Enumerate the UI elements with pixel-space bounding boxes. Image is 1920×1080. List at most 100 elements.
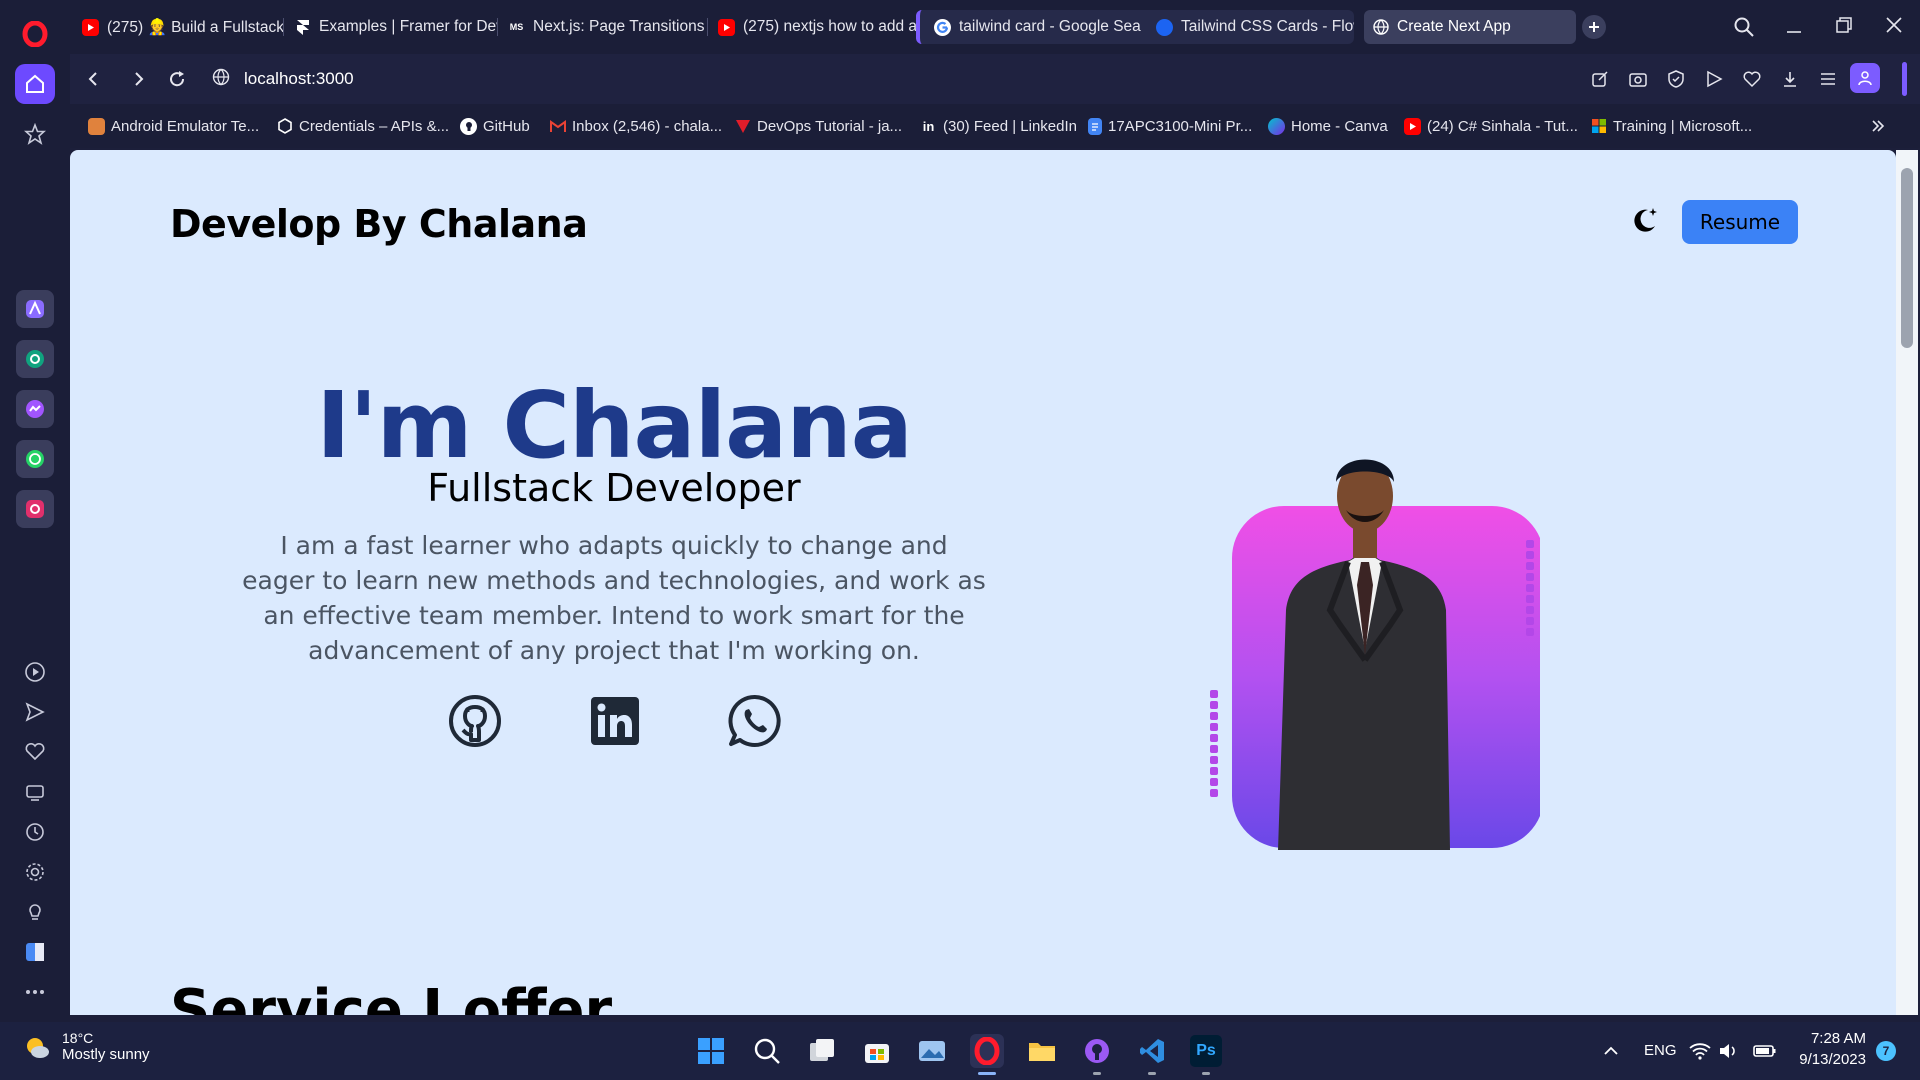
show-hidden-icons-chevron-icon[interactable] [1594,1034,1628,1068]
aria-app-icon[interactable] [16,290,54,328]
history-icon[interactable] [20,817,50,847]
bookmark-credentials[interactable]: Credentials – APIs &... [276,114,449,138]
taskbar-search-icon[interactable] [750,1034,784,1068]
google-icon [934,18,951,36]
github-social-icon[interactable] [446,692,504,750]
speed-dial-star-icon[interactable] [15,114,55,154]
instagram-icon[interactable] [16,490,54,528]
linkedin-social-icon[interactable] [586,692,644,750]
vscode-icon[interactable] [1135,1034,1169,1068]
flow-send-icon[interactable] [20,697,50,727]
tab-separator [707,18,708,36]
bookmark-ms-training[interactable]: Training | Microsoft... [1590,114,1752,138]
weather-widget[interactable]: 18°C Mostly sunny [22,1030,150,1063]
bookmark-gmail-inbox[interactable]: Inbox (2,546) - chala... [549,114,722,138]
camera-icon[interactable] [1626,67,1650,91]
gcloud-api-icon [276,118,293,135]
close-window-icon[interactable] [1882,13,1906,37]
web-page: Develop By Chalana Resume I'm Chalana Fu… [70,150,1896,1015]
profile-portrait-image [1180,410,1544,850]
wifi-icon[interactable] [1688,1034,1712,1068]
canva-icon [1268,117,1285,135]
snapshot-edit-icon[interactable] [1588,67,1612,91]
shield-check-icon[interactable] [1664,67,1688,91]
player-icon[interactable] [20,657,50,687]
weather-description: Mostly sunny [62,1046,150,1063]
bookmark-android-emulator[interactable]: Android Emulator Te... [88,114,259,138]
bookmarks-overflow-chevron-icon[interactable] [1870,114,1886,138]
vscode-running-indicator [1148,1072,1156,1075]
microsoft-store-icon[interactable] [860,1034,894,1068]
new-tab-plus-icon[interactable] [1582,15,1606,39]
bookmark-label: (24) C# Sinhala - Tut... [1427,117,1578,135]
hero-description: I am a fast learner who adapts quickly t… [242,531,986,665]
home-icon[interactable] [15,64,55,104]
clock-time[interactable]: 7:28 AM [1774,1030,1866,1047]
bookmark-devops-tutorial[interactable]: DevOps Tutorial - ja... [734,114,902,138]
opera-taskbar-icon[interactable] [970,1034,1004,1068]
bookmark-canva[interactable]: Home - Canva [1268,114,1388,138]
tab-separator [283,18,284,36]
volume-icon[interactable] [1716,1034,1740,1068]
notification-badge[interactable]: 7 [1876,1041,1896,1061]
page-scrollbar-thumb[interactable] [1901,168,1913,348]
opera-logo-icon[interactable] [15,14,55,54]
lightbulb-icon[interactable] [20,897,50,927]
windows-start-icon[interactable] [694,1034,728,1068]
more-dots-icon[interactable] [20,977,50,1007]
bookmark-label: Credentials – APIs &... [299,117,450,135]
github-desktop-icon[interactable] [1080,1034,1114,1068]
bookmark-label: (30) Feed | LinkedIn [943,117,1077,135]
back-arrow-icon[interactable] [82,68,104,90]
tab-search-icon[interactable] [1732,15,1756,39]
github-icon [460,117,477,135]
task-view-icon[interactable] [805,1034,839,1068]
decor-dots-right [1526,540,1534,636]
services-section-title: Service I offer [170,978,613,1015]
forward-arrow-icon[interactable] [128,68,150,90]
easy-setup-menu-icon[interactable] [1816,67,1840,91]
bookmark-linkedin-feed[interactable]: in (30) Feed | LinkedIn [920,114,1077,138]
messenger-icon[interactable] [16,390,54,428]
photoshop-running-indicator [1202,1072,1210,1075]
flow-send-toolbar-icon[interactable] [1702,67,1726,91]
weather-temperature: 18°C [62,1030,94,1046]
chatgpt-icon[interactable] [16,340,54,378]
clock-date[interactable]: 9/13/2023 [1774,1051,1866,1068]
tabs-icon[interactable] [20,777,50,807]
bookmark-mini-project[interactable]: 17APC3100-Mini Pr... [1088,114,1252,138]
reload-icon[interactable] [166,68,188,90]
minimize-icon[interactable] [1782,15,1806,39]
download-icon[interactable] [1778,67,1802,91]
tab-framer-examples[interactable]: Examples | Framer for Dev [286,10,498,44]
profile-avatar-icon[interactable] [1850,63,1880,93]
photoshop-icon[interactable]: Ps [1190,1035,1222,1067]
heart-toolbar-icon[interactable] [1740,67,1764,91]
tab-nextjs-transitions[interactable]: MS Next.js: Page Transitions w [500,10,708,44]
dark-mode-moon-icon[interactable] [1628,204,1660,236]
language-indicator[interactable]: ENG [1644,1042,1677,1059]
file-explorer-icon[interactable] [1025,1034,1059,1068]
bookmark-github[interactable]: GitHub [460,114,530,138]
whatsapp-social-icon[interactable] [726,692,784,750]
opera-active-indicator [978,1072,996,1075]
tab-label: (275) 👷 Build a Fullstack [107,18,284,36]
site-brand[interactable]: Develop By Chalana [170,202,588,246]
globe-icon [1372,19,1389,36]
url-text[interactable]: localhost:3000 [244,69,354,89]
resume-button[interactable]: Resume [1682,200,1798,244]
tab-create-next-app[interactable]: Create Next App [1364,10,1576,44]
page-scrollbar[interactable] [1896,150,1918,1015]
tab-flowbite-cards[interactable]: Tailwind CSS Cards - Flowb [1148,10,1354,44]
settings-gear-icon[interactable] [20,857,50,887]
linkedin-icon: in [922,118,935,134]
bookmark-csharp-sinhala[interactable]: (24) C# Sinhala - Tut... [1404,114,1578,138]
tab-youtube-fullstack[interactable]: (275) 👷 Build a Fullstack [74,10,284,44]
heart-icon[interactable] [20,737,50,767]
photos-app-icon[interactable] [915,1034,949,1068]
translate-icon[interactable] [20,937,50,967]
address-field[interactable]: localhost:3000 [200,60,1610,98]
site-info-globe-icon[interactable] [212,68,230,91]
whatsapp-icon[interactable] [16,440,54,478]
restore-icon[interactable] [1832,13,1856,37]
